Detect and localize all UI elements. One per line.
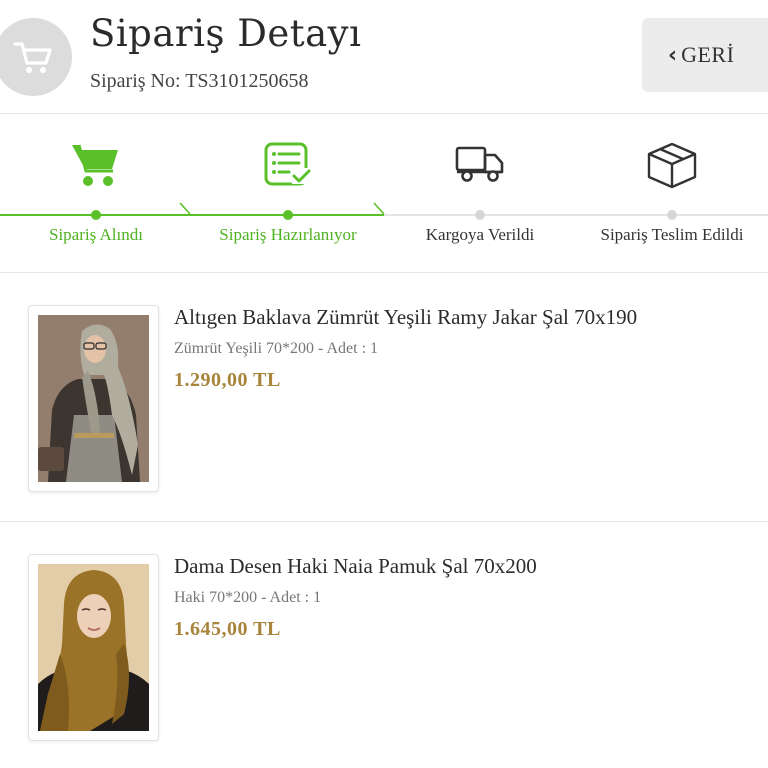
- step-dot: [283, 210, 293, 220]
- box-icon: [576, 141, 768, 193]
- step-label: Sipariş Alındı: [49, 225, 143, 244]
- product-price: 1.645,00 TL: [174, 618, 281, 640]
- step-dot: [91, 210, 101, 220]
- product-name[interactable]: Dama Desen Haki Naia Pamuk Şal 70x200: [174, 554, 537, 579]
- shopping-cart-icon: [0, 141, 192, 193]
- order-item[interactable]: Altıgen Baklava Zümrüt Yeşili Ramy Jakar…: [0, 273, 768, 522]
- step-dot: [475, 210, 485, 220]
- order-item[interactable]: Dama Desen Haki Naia Pamuk Şal 70x200 Ha…: [0, 522, 768, 768]
- back-button[interactable]: ‹ GERİ: [642, 18, 768, 92]
- order-progress-tracker: Sipariş Alındı Sipariş Hazırlanıyor Karg…: [0, 115, 768, 273]
- step-order-received: Sipariş Alındı: [0, 115, 192, 273]
- product-image[interactable]: [28, 554, 159, 741]
- step-label: Sipariş Hazırlanıyor: [219, 225, 357, 244]
- step-delivered: Sipariş Teslim Edildi: [576, 115, 768, 273]
- back-button-label: GERİ: [681, 42, 735, 67]
- truck-icon: [384, 141, 576, 193]
- step-shipped: Kargoya Verildi: [384, 115, 576, 273]
- product-variant: Haki 70*200 - Adet : 1: [174, 589, 322, 606]
- order-number: Sipariş No: TS3101250658: [90, 70, 309, 92]
- product-name[interactable]: Altıgen Baklava Zümrüt Yeşili Ramy Jakar…: [174, 305, 637, 330]
- chevron-left-icon: ‹: [668, 42, 678, 68]
- product-variant: Zümrüt Yeşili 70*200 - Adet : 1: [174, 340, 379, 357]
- product-price: 1.290,00 TL: [174, 369, 281, 391]
- page-title: Sipariş Detayı: [90, 12, 362, 55]
- product-image[interactable]: [28, 305, 159, 492]
- step-label: Sipariş Teslim Edildi: [600, 225, 744, 244]
- shopping-cart-icon: [0, 18, 72, 96]
- order-header: Sipariş Detayı Sipariş No: TS3101250658 …: [0, 0, 768, 114]
- checklist-icon: [192, 141, 384, 193]
- step-label: Kargoya Verildi: [425, 225, 535, 244]
- step-order-preparing: Sipariş Hazırlanıyor: [192, 115, 384, 273]
- step-dot: [667, 210, 677, 220]
